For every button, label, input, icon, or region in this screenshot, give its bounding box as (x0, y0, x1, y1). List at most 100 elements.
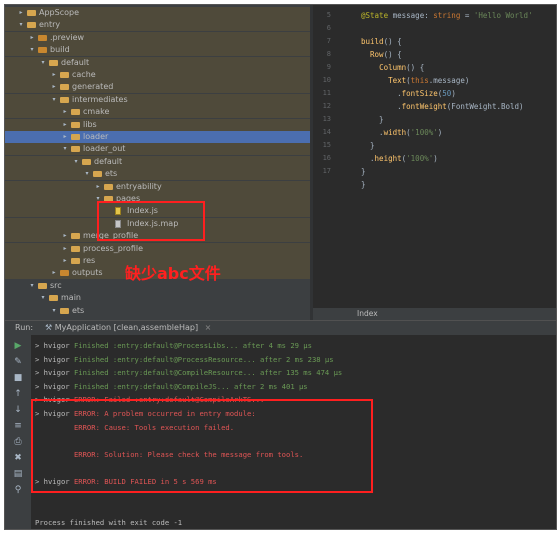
folder-icon (71, 245, 80, 252)
editor-breadcrumb-label: Index (357, 309, 378, 318)
chevron-right-icon[interactable]: ▸ (61, 230, 69, 242)
tree-item[interactable]: ▸ .preview (5, 31, 310, 44)
tree-item[interactable]: ▾ main (5, 292, 310, 304)
folder-icon (49, 295, 58, 302)
folder-icon (60, 72, 69, 78)
code-line: Column() { (379, 63, 425, 72)
highlight-missing-files-box (97, 201, 205, 241)
code-line: .width('100%') (361, 128, 443, 137)
tree-item[interactable]: ▸ cache (5, 69, 310, 81)
code-editor[interactable]: Index 5 @State message: string = 'Hello W… (313, 5, 556, 320)
chevron-down-icon[interactable]: ▾ (72, 156, 80, 168)
chevron-right-icon[interactable]: ▸ (61, 255, 69, 267)
highlight-error-box (31, 399, 373, 493)
tree-item[interactable]: ▾ ets (5, 168, 310, 181)
layout-icon[interactable]: ▤ (13, 469, 23, 479)
folder-icon (71, 233, 80, 240)
console-message: Finished :entry:default@CompileJS... aft… (73, 381, 308, 391)
line-number: 5 (326, 11, 331, 19)
run-tab-label: MyApplication [clean,assembleHap] (54, 323, 199, 332)
tree-item-label: outputs (72, 268, 103, 278)
chevron-right-icon[interactable]: ▸ (50, 69, 58, 81)
tree-item-label: cache (72, 70, 96, 79)
tree-item[interactable]: ▸ process_profile (5, 242, 310, 255)
chevron-right-icon[interactable]: ▸ (61, 131, 69, 143)
code-line: } (361, 141, 375, 150)
tree-item-label: ets (72, 305, 85, 315)
chevron-right-icon[interactable]: ▸ (61, 106, 69, 118)
tree-item[interactable]: ▸ cmake (5, 106, 310, 119)
tree-item[interactable]: ▸ generated (5, 81, 310, 94)
chevron-down-icon[interactable]: ▾ (61, 143, 69, 155)
chevron-right-icon[interactable]: ▸ (94, 181, 102, 193)
tree-item[interactable]: ▸ libs (5, 118, 310, 131)
run-tool-window-header: Run: ⚒ MyApplication [clean,assembleHap]… (5, 320, 556, 335)
chevron-down-icon[interactable]: ▾ (17, 19, 25, 31)
tree-item[interactable]: ▸ entryability (5, 180, 310, 193)
console-line: > hvigor Finished :entry:default@Process… (35, 355, 334, 364)
tree-item[interactable]: ▾ default (5, 155, 310, 168)
down-icon[interactable]: ↓ (13, 405, 23, 415)
ide-window: ▸ AppScope ▾ entry ▸ .preview ▾ build ▾ default ▸ c… (4, 4, 557, 530)
tree-item-label: default (61, 57, 90, 67)
tree-item[interactable]: ▾ loader_out (5, 143, 310, 156)
tree-item-label: AppScope (39, 8, 79, 17)
tree-item-label: build (50, 45, 70, 55)
tree-item-label: generated (72, 82, 114, 92)
tree-item-label: res (83, 256, 96, 265)
run-icon[interactable]: ▶ (13, 341, 23, 351)
chevron-right-icon[interactable]: ▸ (17, 7, 25, 19)
tree-item[interactable]: ▾ build (5, 44, 310, 57)
chevron-right-icon[interactable]: ▸ (61, 119, 69, 131)
chevron-down-icon[interactable]: ▾ (28, 44, 36, 56)
chevron-down-icon[interactable]: ▾ (39, 57, 47, 69)
tree-item-label: process_profile (83, 243, 144, 253)
tree-item-label: intermediates (72, 94, 128, 104)
chevron-right-icon[interactable]: ▸ (50, 267, 58, 279)
folder-icon (60, 84, 69, 91)
folder-icon (71, 109, 80, 116)
console-message: Finished :entry:default@CompileResource.… (73, 368, 343, 378)
folder-icon (27, 10, 36, 16)
folder-icon (104, 183, 113, 190)
stop-icon[interactable]: ■ (13, 373, 23, 383)
console-prefix: > hvigor (35, 341, 74, 350)
chevron-down-icon[interactable]: ▾ (83, 168, 91, 180)
editor-breadcrumb[interactable]: Index (313, 308, 556, 320)
up-icon[interactable]: ↑ (13, 389, 23, 399)
tree-item[interactable]: ▾ intermediates (5, 93, 310, 106)
line-number: 6 (326, 24, 331, 32)
chevron-down-icon[interactable]: ▾ (28, 280, 36, 292)
run-tab[interactable]: ⚒ MyApplication [clean,assembleHap] × (45, 321, 211, 335)
tree-item[interactable]: ▾ entry (5, 19, 310, 32)
annotation-missing-abc: 缺少abc文件 (125, 264, 221, 283)
folder-icon (38, 47, 47, 54)
tree-item-label: entry (39, 20, 61, 30)
chevron-down-icon[interactable]: ▾ (39, 292, 47, 304)
folder-icon (60, 307, 69, 314)
wrench-icon[interactable]: ✎ (13, 357, 23, 367)
tree-item[interactable]: ▾ ets (5, 305, 310, 317)
tree-item[interactable]: ▸ loader (5, 131, 310, 143)
chevron-right-icon[interactable]: ▸ (61, 243, 69, 255)
pin-icon[interactable]: ⚲ (13, 485, 23, 495)
folder-icon (38, 282, 47, 289)
chevron-right-icon[interactable]: ▸ (28, 32, 36, 44)
console-prefix: > hvigor (35, 354, 74, 364)
code-line: } (361, 167, 366, 176)
tree-item-label: loader_out (83, 144, 126, 154)
code-line: Text(this.message) (388, 76, 470, 85)
delete-icon[interactable]: ✖ (13, 453, 23, 463)
tree-item[interactable]: ▸ AppScope (5, 7, 310, 19)
close-icon[interactable]: × (205, 323, 212, 332)
chevron-down-icon[interactable]: ▾ (50, 94, 58, 106)
line-number: 10 (322, 76, 331, 84)
tree-item[interactable]: ▾ default (5, 56, 310, 69)
soft-wrap-icon[interactable]: ≡ (13, 421, 23, 431)
tree-item-label: ets (105, 169, 118, 179)
line-number: 9 (326, 63, 331, 71)
chevron-right-icon[interactable]: ▸ (50, 81, 58, 93)
line-number: 17 (322, 167, 331, 175)
print-icon[interactable]: ⎙ (13, 437, 23, 447)
chevron-down-icon[interactable]: ▾ (50, 305, 58, 317)
